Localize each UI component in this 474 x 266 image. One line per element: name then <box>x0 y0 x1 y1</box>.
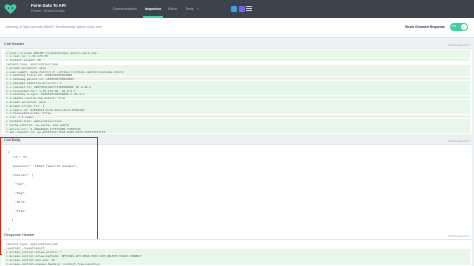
more-chevron-icon[interactable]: › <box>197 7 198 11</box>
ghosted-requests-toggle[interactable]: ON <box>450 23 468 31</box>
toggle-state: ON <box>452 25 456 28</box>
call-header-title: Call Header <box>4 42 25 46</box>
response-header-title: Response Header <box>4 233 35 237</box>
call-header-panel: > host: private-85bd07-formdatatoapi.api… <box>2 48 472 134</box>
project-title[interactable]: Form Data To API <box>31 3 66 8</box>
project-subtitle: Private · Default Design <box>31 9 65 13</box>
menu-icon[interactable] <box>246 6 252 11</box>
tab-inspector[interactable]: Inspector <box>145 7 161 11</box>
highlighted-line-background <box>4 57 470 62</box>
response-header-line: < access-control-expose-headers: Content… <box>6 261 100 266</box>
notification-icon[interactable] <box>231 6 237 12</box>
call-header-line: > api-request-id: gw_a055f3a9-f6a4-4c86-… <box>6 130 106 135</box>
call-header-inspector-link[interactable]: Show Inspector <box>448 43 469 47</box>
toggle-knob <box>461 24 467 30</box>
tab-documentation[interactable]: Documentation <box>113 7 137 11</box>
tab-editor[interactable]: Editor <box>168 7 177 11</box>
response-header-panel: content-type: application/json location:… <box>2 239 472 266</box>
listening-url: Listening at https://private-85bd07-form… <box>5 25 102 29</box>
ghosted-requests-label: Show Ghosted Requests <box>405 25 445 29</box>
response-header-inspector-link[interactable]: Show Inspector <box>448 234 469 238</box>
call-body-inspector-link[interactable]: Show Inspector <box>448 139 469 143</box>
top-navigation-bar: Form Data To API Private · Default Desig… <box>0 0 474 18</box>
tab-tests[interactable]: Tests <box>185 7 193 11</box>
listening-bar: Listening at https://private-85bd07-form… <box>0 18 474 38</box>
apiary-logo-icon[interactable] <box>4 3 17 15</box>
highlight-box <box>0 137 98 255</box>
user-avatar-icon[interactable] <box>239 6 245 12</box>
